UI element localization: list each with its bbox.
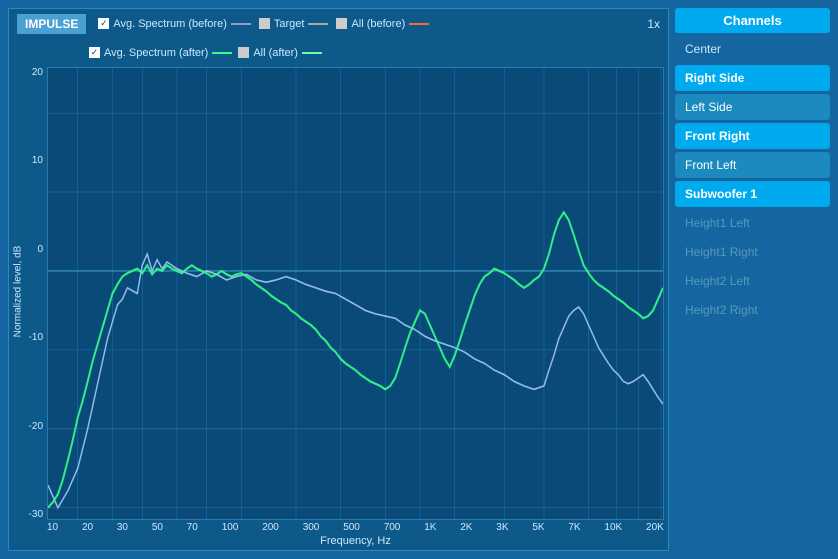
- x-tick-3k: 3K: [496, 522, 508, 533]
- x-tick-100: 100: [222, 522, 239, 533]
- chart-area: IMPULSE ✓ Avg. Spectrum (before) Target …: [8, 8, 669, 551]
- channel-label-left-side: Left Side: [685, 100, 732, 114]
- x-tick-20k: 20K: [646, 522, 664, 533]
- channel-label-center: Center: [685, 42, 721, 56]
- legend-bar: IMPULSE ✓ Avg. Spectrum (before) Target …: [9, 9, 668, 63]
- y-tick-neg20: -20: [29, 421, 43, 432]
- channel-item-right-side[interactable]: Right Side: [675, 65, 830, 91]
- chart-body: 20 10 0 -10 -20 -30 Normalized level, dB: [9, 63, 668, 550]
- y-tick-20: 20: [32, 67, 43, 78]
- channel-item-height2-left[interactable]: Height2 Left: [675, 268, 830, 294]
- impulse-badge: IMPULSE: [17, 14, 86, 34]
- checkbox-avg-after[interactable]: ✓: [89, 47, 100, 58]
- legend-line-avg-after: [212, 52, 232, 54]
- legend-label-target: Target: [274, 18, 305, 30]
- checkbox-all-before[interactable]: [336, 18, 347, 29]
- right-panel: Channels Center Right Side Left Side Fro…: [675, 8, 830, 551]
- legend-line-all-after: [302, 52, 322, 54]
- legend-label-all-before: All (before): [351, 18, 405, 30]
- channel-label-height2-left: Height2 Left: [685, 274, 750, 288]
- main-container: IMPULSE ✓ Avg. Spectrum (before) Target …: [0, 0, 838, 559]
- channel-item-front-right[interactable]: Front Right: [675, 123, 830, 149]
- x-tick-20: 20: [82, 522, 93, 533]
- legend-label-avg-before: Avg. Spectrum (before): [113, 18, 227, 30]
- channel-label-subwoofer1: Subwoofer 1: [685, 187, 757, 201]
- x-axis-area: 10 20 30 50 70 100 200 300 500 700 1K 2K…: [47, 520, 664, 548]
- y-axis-label: Normalized level, dB: [13, 232, 24, 352]
- channel-label-right-side: Right Side: [685, 71, 744, 85]
- x-tick-10: 10: [47, 522, 58, 533]
- y-tick-neg30: -30: [29, 509, 43, 520]
- checkbox-avg-before[interactable]: ✓: [98, 18, 109, 29]
- chart-svg: [48, 68, 663, 519]
- x-tick-10k: 10K: [604, 522, 622, 533]
- legend-line-avg-before: [231, 23, 251, 25]
- y-tick-neg10: -10: [29, 332, 43, 343]
- checkbox-all-after[interactable]: [238, 47, 249, 58]
- legend-item-target: Target: [259, 18, 329, 30]
- channel-label-front-left: Front Left: [685, 158, 736, 172]
- channel-label-height1-right: Height1 Right: [685, 245, 758, 259]
- legend-item-avg-after: ✓ Avg. Spectrum (after): [89, 47, 232, 59]
- channel-item-height1-right[interactable]: Height1 Right: [675, 239, 830, 265]
- x-tick-1k: 1K: [424, 522, 436, 533]
- channel-label-front-right: Front Right: [685, 129, 750, 143]
- legend-item-all-before: All (before): [336, 18, 429, 30]
- x-tick-300: 300: [303, 522, 320, 533]
- y-tick-10: 10: [32, 155, 43, 166]
- channel-label-height2-right: Height2 Right: [685, 303, 758, 317]
- zoom-indicator: 1x: [647, 17, 660, 31]
- x-axis-labels: 10 20 30 50 70 100 200 300 500 700 1K 2K…: [47, 520, 664, 535]
- legend-line-all-before: [409, 23, 429, 25]
- checkbox-target[interactable]: [259, 18, 270, 29]
- chart-plot[interactable]: [47, 67, 664, 520]
- legend-line-target: [308, 23, 328, 25]
- legend-label-all-after: All (after): [253, 47, 298, 59]
- x-tick-50: 50: [152, 522, 163, 533]
- channel-item-subwoofer1[interactable]: Subwoofer 1: [675, 181, 830, 207]
- x-tick-500: 500: [343, 522, 360, 533]
- x-tick-5k: 5K: [532, 522, 544, 533]
- y-tick-0: 0: [37, 244, 43, 255]
- channel-item-front-left[interactable]: Front Left: [675, 152, 830, 178]
- channel-label-height1-left: Height1 Left: [685, 216, 750, 230]
- channel-item-height2-right[interactable]: Height2 Right: [675, 297, 830, 323]
- x-tick-30: 30: [117, 522, 128, 533]
- legend-label-avg-after: Avg. Spectrum (after): [104, 47, 208, 59]
- channel-item-center[interactable]: Center: [675, 36, 830, 62]
- y-axis-label-container: Normalized level, dB: [11, 63, 25, 520]
- channel-item-left-side[interactable]: Left Side: [675, 94, 830, 120]
- x-tick-200: 200: [262, 522, 279, 533]
- channel-item-height1-left[interactable]: Height1 Left: [675, 210, 830, 236]
- x-tick-700: 700: [384, 522, 401, 533]
- legend-item-avg-before: ✓ Avg. Spectrum (before): [98, 18, 251, 30]
- x-tick-2k: 2K: [460, 522, 472, 533]
- channels-header: Channels: [675, 8, 830, 33]
- x-axis-title: Frequency, Hz: [47, 535, 664, 547]
- legend-item-all-after: All (after): [238, 47, 322, 59]
- x-tick-7k: 7K: [568, 522, 580, 533]
- x-tick-70: 70: [187, 522, 198, 533]
